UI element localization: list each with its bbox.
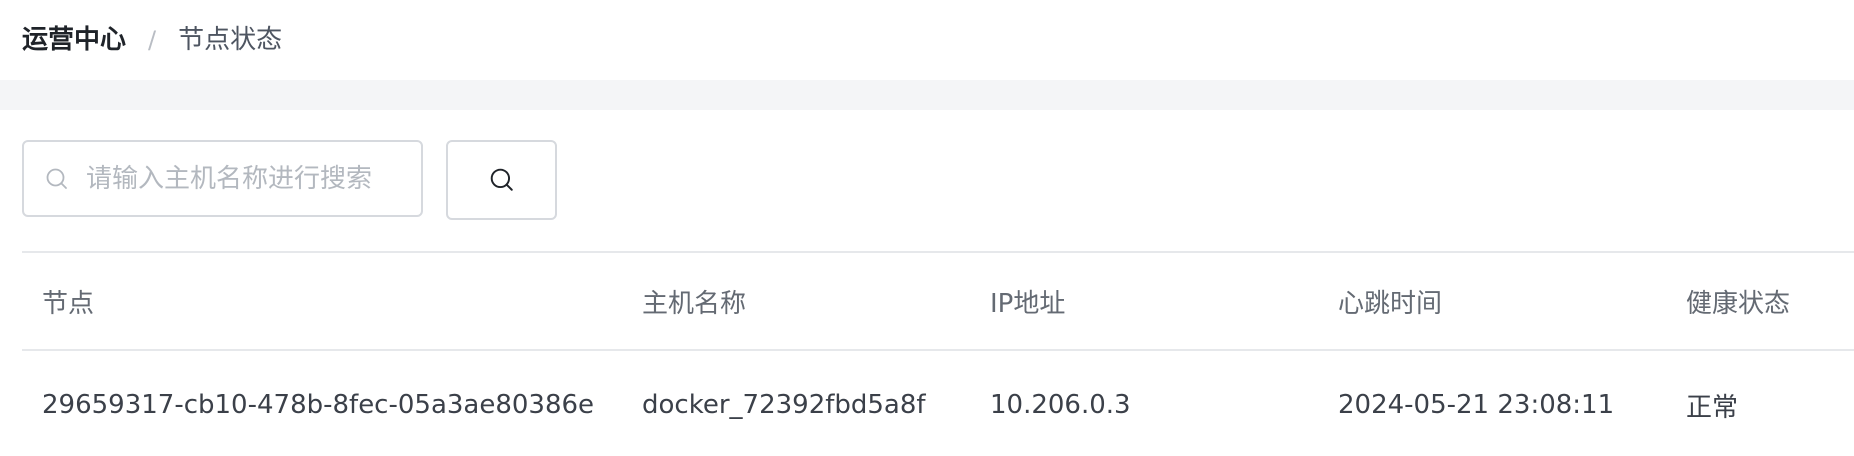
column-header-health: 健康状态 xyxy=(1686,288,1791,319)
search-icon xyxy=(490,168,513,191)
breadcrumb: 运营中心 / 节点状态 xyxy=(22,0,282,80)
page: 运营中心 / 节点状态 节点 主机名称 IP地址 心跳时间 健康状态 29659… xyxy=(0,0,1854,456)
search-icon xyxy=(44,166,70,192)
search-field[interactable] xyxy=(22,140,423,217)
table-row[interactable]: 29659317-cb10-478b-8fec-05a3ae80386e doc… xyxy=(22,349,1854,456)
column-header-node: 节点 xyxy=(42,288,95,319)
search-button[interactable] xyxy=(446,140,557,220)
cell-heartbeat-time: 2024-05-21 23:08:11 xyxy=(1338,390,1615,420)
breadcrumb-separator: / xyxy=(148,26,157,54)
breadcrumb-root[interactable]: 运营中心 xyxy=(22,27,126,53)
column-header-ip: IP地址 xyxy=(990,288,1066,319)
cell-hostname: docker_72392fbd5a8f xyxy=(642,390,926,420)
node-status-table: 节点 主机名称 IP地址 心跳时间 健康状态 29659317-cb10-478… xyxy=(22,251,1854,456)
table-header-row: 节点 主机名称 IP地址 心跳时间 健康状态 xyxy=(22,251,1854,349)
search-input[interactable] xyxy=(86,163,406,194)
column-header-heartbeat: 心跳时间 xyxy=(1338,288,1443,319)
breadcrumb-current: 节点状态 xyxy=(178,25,283,55)
cell-health-status: 正常 xyxy=(1686,392,1739,423)
column-header-hostname: 主机名称 xyxy=(642,288,747,319)
cell-ip-address: 10.206.0.3 xyxy=(990,390,1131,420)
section-divider-band xyxy=(0,80,1854,110)
cell-node-id: 29659317-cb10-478b-8fec-05a3ae80386e xyxy=(42,390,595,420)
